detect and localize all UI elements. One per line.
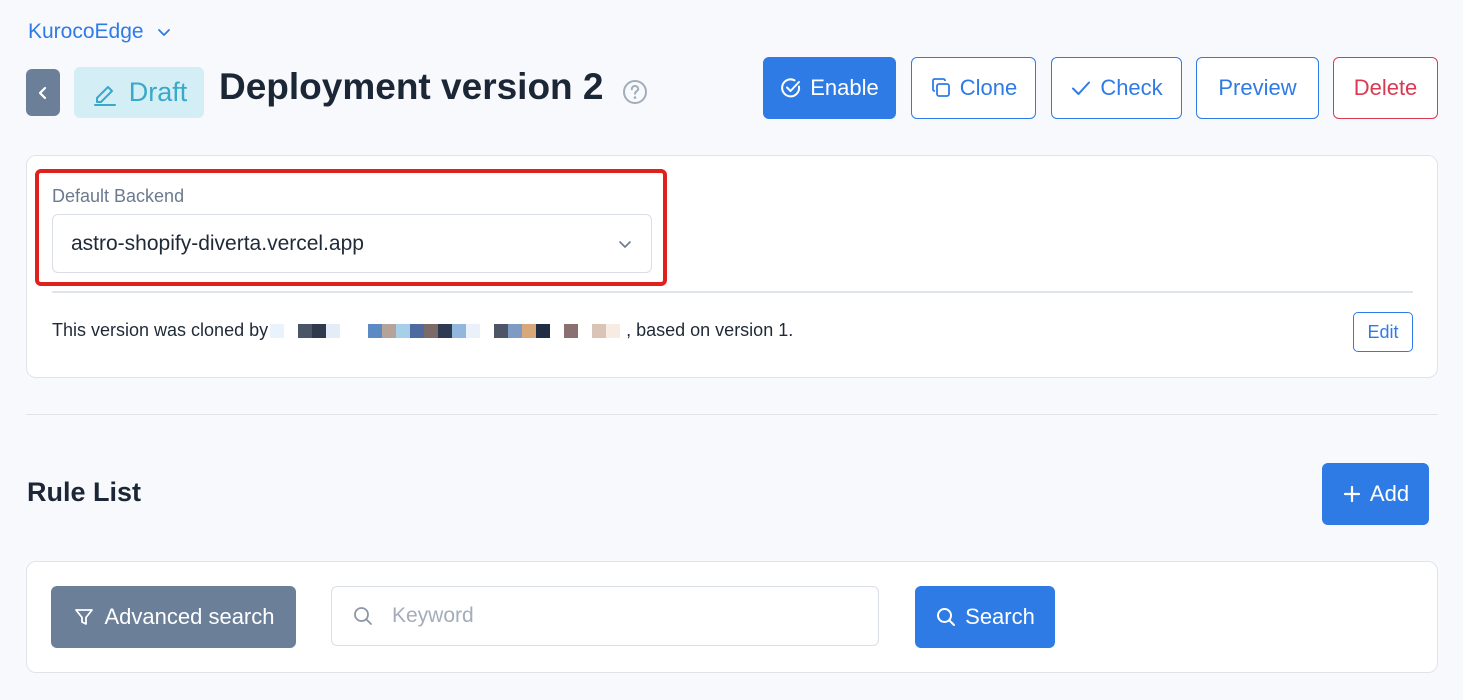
clone-info-prefix: This version was cloned by bbox=[52, 320, 269, 340]
preview-button[interactable]: Preview bbox=[1196, 57, 1319, 119]
edit-button[interactable]: Edit bbox=[1353, 312, 1413, 352]
advanced-search-label: Advanced search bbox=[104, 604, 275, 629]
status-badge-label: Draft bbox=[128, 77, 188, 107]
advanced-search-button[interactable]: Advanced search bbox=[51, 586, 296, 648]
search-icon bbox=[354, 607, 372, 625]
chevron-left-icon bbox=[38, 86, 47, 99]
delete-button[interactable]: Delete bbox=[1333, 57, 1438, 119]
back-button[interactable] bbox=[26, 69, 60, 116]
delete-button-label: Delete bbox=[1353, 75, 1418, 100]
status-badge: Draft bbox=[74, 67, 204, 118]
search-button[interactable]: Search bbox=[915, 586, 1055, 648]
workspace-selector[interactable]: KurocoEdge bbox=[28, 20, 172, 44]
plus-icon bbox=[1343, 485, 1361, 503]
page: KurocoEdge Draft Deployment version 2 En… bbox=[0, 0, 1463, 700]
check-button[interactable]: Check bbox=[1051, 57, 1182, 119]
divider bbox=[52, 291, 1413, 293]
default-backend-value: astro-shopify-diverta.vercel.app bbox=[71, 231, 364, 255]
search-button-label: Search bbox=[965, 604, 1035, 629]
clone-button[interactable]: Clone bbox=[911, 57, 1036, 119]
check-button-label: Check bbox=[1100, 75, 1163, 100]
clone-info-suffix: , based on version 1. bbox=[626, 320, 794, 340]
enable-button[interactable]: Enable bbox=[763, 57, 896, 119]
preview-button-label: Preview bbox=[1218, 75, 1297, 100]
page-title: Deployment version 2 bbox=[219, 66, 604, 107]
enable-button-label: Enable bbox=[810, 75, 879, 100]
check-icon bbox=[1072, 81, 1091, 95]
edit-button-label: Edit bbox=[1367, 321, 1399, 342]
keyword-input[interactable] bbox=[392, 604, 872, 628]
rule-list-title: Rule List bbox=[27, 477, 142, 507]
keyword-field bbox=[331, 586, 879, 646]
default-backend-select[interactable]: astro-shopify-diverta.vercel.app bbox=[52, 214, 652, 273]
copy-icon bbox=[931, 78, 950, 97]
default-backend-label: Default Backend bbox=[52, 186, 185, 206]
question-circle-icon[interactable] bbox=[622, 79, 648, 105]
add-rule-button-label: Add bbox=[1369, 481, 1410, 506]
clone-button-label: Clone bbox=[959, 75, 1018, 100]
search-icon bbox=[937, 608, 956, 626]
clone-info: This version was cloned by , based on ve… bbox=[52, 320, 793, 341]
section-divider bbox=[26, 414, 1438, 415]
redacted-user bbox=[270, 323, 621, 338]
filter-icon bbox=[74, 609, 93, 625]
check-circle-icon bbox=[781, 78, 801, 98]
chevron-down-icon bbox=[619, 240, 631, 248]
workspace-name: KurocoEdge bbox=[28, 20, 144, 43]
chevron-down-icon bbox=[157, 29, 170, 36]
add-rule-button[interactable]: Add bbox=[1322, 463, 1429, 525]
pencil-icon bbox=[93, 85, 116, 106]
